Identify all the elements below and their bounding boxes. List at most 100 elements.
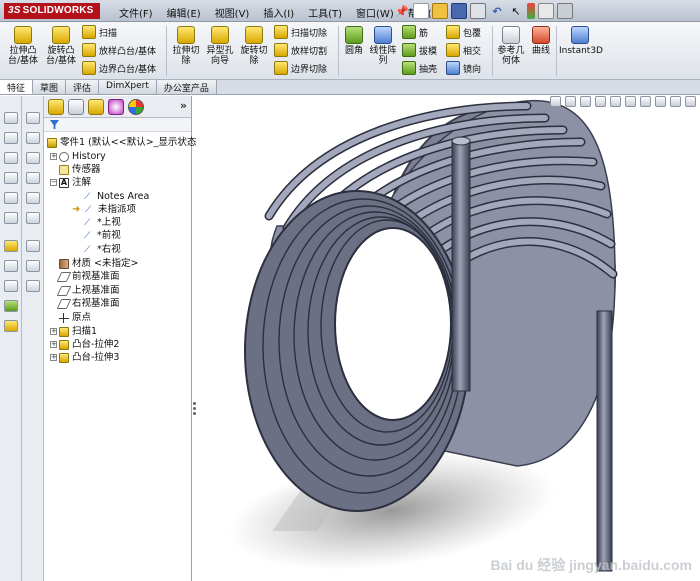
view-icon[interactable] (4, 152, 18, 164)
tree-item-origin[interactable]: 原点 (59, 311, 91, 324)
relation-icon[interactable] (4, 280, 18, 292)
table-icon[interactable] (26, 112, 40, 124)
dimxpert-tab-icon[interactable] (108, 99, 124, 115)
menu-window[interactable]: 窗口(W) (349, 4, 401, 21)
tree-item-notes-area[interactable]: ⟋ Notes Area (84, 190, 149, 203)
feature-icon[interactable] (4, 320, 18, 332)
loft-cut-button[interactable]: 放样切割 (274, 43, 327, 57)
view-icon[interactable] (26, 132, 40, 144)
extrude-boss-button[interactable]: 拉伸凸 台/基体 (6, 26, 40, 66)
select-pointer-icon[interactable]: ↖ (508, 3, 524, 19)
tree-item-boss-extrude3[interactable]: + 凸台-拉伸3 (50, 351, 119, 364)
view-icon[interactable] (26, 192, 40, 204)
undo-icon[interactable]: ↶ (489, 3, 505, 19)
hole-wizard-button[interactable]: 异型孔 向导 (204, 26, 236, 66)
tree-item-front-plane[interactable]: 前视基准面 (56, 270, 120, 283)
section-view-icon[interactable] (595, 96, 606, 107)
sketch-icon[interactable] (4, 240, 18, 252)
tree-item-right-view[interactable]: ⟋ *右视 (84, 243, 121, 256)
revolve-cut-button[interactable]: 旋转切 除 (238, 26, 270, 66)
view-settings-icon[interactable] (685, 96, 696, 107)
collapse-icon[interactable]: − (50, 179, 57, 186)
boundary-cut-button[interactable]: 边界切除 (274, 61, 327, 75)
tree-item-annotations[interactable]: − A 注解 (50, 176, 91, 189)
tree-root[interactable]: 零件1 (默认<<默认>_显示状态 (47, 136, 196, 149)
tree-item-front-view[interactable]: ⟋ *前视 (84, 229, 121, 242)
tree-item-top-plane[interactable]: 上视基准面 (56, 284, 120, 297)
sweep-cut-button[interactable]: 扫描切除 (274, 25, 327, 39)
configuration-tab-icon[interactable] (88, 99, 104, 115)
print-icon[interactable] (470, 3, 486, 19)
menu-tools[interactable]: 工具(T) (301, 4, 349, 21)
view-icon[interactable] (26, 172, 40, 184)
tree-item-history[interactable]: + History (50, 150, 106, 163)
rib-button[interactable]: 筋 (402, 25, 428, 39)
view-icon[interactable] (4, 212, 18, 224)
display-manager-tab-icon[interactable] (128, 99, 144, 115)
tree-item-top-view[interactable]: ⟋ *上视 (84, 216, 121, 229)
boundary-boss-button[interactable]: 边界凸台/基体 (82, 61, 156, 75)
expand-icon[interactable]: + (50, 153, 57, 160)
view-icon[interactable] (4, 172, 18, 184)
save-icon[interactable] (451, 3, 467, 19)
view-icon[interactable] (4, 192, 18, 204)
property-manager-tab-icon[interactable] (68, 99, 84, 115)
menu-edit[interactable]: 编辑(E) (160, 4, 208, 21)
view-icon[interactable] (26, 260, 40, 272)
tree-item-unspecified[interactable]: ➜ ⟋ 未指派项 (72, 203, 136, 216)
tree-item-boss-extrude2[interactable]: + 凸台-拉伸2 (50, 338, 119, 351)
edit-appearance-icon[interactable] (655, 96, 666, 107)
view-icon[interactable] (26, 240, 40, 252)
draft-button[interactable]: 拔模 (402, 43, 437, 57)
pin-icon[interactable]: 📌 (394, 3, 410, 19)
view-orientation-icon[interactable] (610, 96, 621, 107)
open-folder-icon[interactable] (432, 3, 448, 19)
menu-file[interactable]: 文件(F) (112, 4, 160, 21)
expand-icon[interactable]: + (50, 328, 57, 335)
curves-button[interactable]: 曲线 (528, 26, 554, 56)
intersect-button[interactable]: 相交 (446, 43, 481, 57)
options-icon[interactable] (557, 3, 573, 19)
revolve-boss-button[interactable]: 旋转凸 台/基体 (44, 26, 78, 66)
view-icon[interactable] (26, 280, 40, 292)
view-icon[interactable] (26, 152, 40, 164)
rebuild-icon[interactable] (527, 3, 535, 19)
expand-icon[interactable]: + (50, 341, 57, 348)
loft-boss-button[interactable]: 放样凸台/基体 (82, 43, 156, 57)
display-style-icon[interactable] (625, 96, 636, 107)
previous-view-icon[interactable] (580, 96, 591, 107)
tree-item-sensors[interactable]: 传感器 (59, 163, 101, 176)
coil-model[interactable] (197, 96, 700, 581)
graphics-area[interactable]: Bai du 经验 jingyan.baidu.com (197, 96, 700, 581)
file-properties-icon[interactable] (538, 3, 554, 19)
fillet-button[interactable]: 圆角 (341, 26, 367, 56)
tree-item-right-plane[interactable]: 右视基准面 (56, 297, 120, 310)
linear-pattern-button[interactable]: 线性阵 列 (368, 26, 398, 66)
hide-show-icon[interactable] (640, 96, 651, 107)
sweep-button[interactable]: 扫描 (82, 25, 117, 39)
tab-sketch[interactable]: 草图 (33, 80, 67, 94)
apply-scene-icon[interactable] (670, 96, 681, 107)
view-icon[interactable] (26, 212, 40, 224)
tree-item-material[interactable]: 材质 <未指定> (59, 257, 138, 270)
view-icon[interactable] (4, 132, 18, 144)
feature-icon[interactable] (4, 300, 18, 312)
instant3d-button[interactable]: Instant3D (559, 26, 603, 56)
reference-geometry-button[interactable]: 参考几 何体 (495, 26, 527, 66)
tab-dimxpert[interactable]: DimXpert (99, 80, 157, 94)
wrap-button[interactable]: 包覆 (446, 25, 481, 39)
filter-icon[interactable] (50, 120, 59, 129)
zoom-to-fit-icon[interactable] (550, 96, 561, 107)
expand-icon[interactable]: + (50, 354, 57, 361)
new-document-icon[interactable] (413, 3, 429, 19)
mirror-button[interactable]: 镜向 (446, 61, 481, 75)
filter-bar[interactable] (44, 118, 191, 132)
dimension-icon[interactable] (4, 260, 18, 272)
tree-item-sweep1[interactable]: + 扫描1 (50, 325, 97, 338)
shell-button[interactable]: 抽壳 (402, 61, 437, 75)
feature-tree-tab-icon[interactable] (48, 99, 64, 115)
zoom-area-icon[interactable] (565, 96, 576, 107)
menu-insert[interactable]: 插入(I) (256, 4, 301, 21)
tab-evaluate[interactable]: 评估 (66, 80, 100, 94)
view-icon[interactable] (4, 112, 18, 124)
